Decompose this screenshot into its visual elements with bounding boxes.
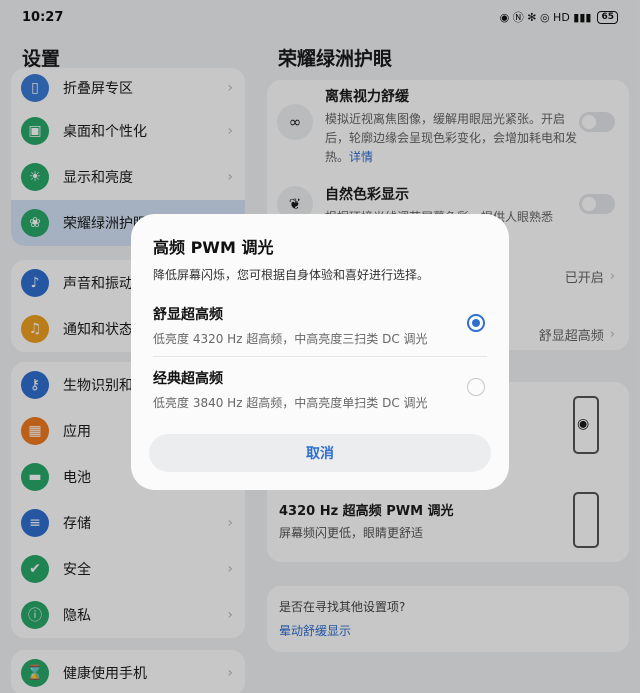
option-comfort-high-freq[interactable]: 舒显超高频 低亮度 4320 Hz 超高频，中高亮度三扫类 DC 调光 (153, 294, 487, 358)
option-title: 舒显超高频 (153, 307, 223, 323)
cancel-button[interactable]: 取消 (149, 434, 491, 472)
dialog-title: 高频 PWM 调光 (153, 238, 274, 257)
option-classic-high-freq[interactable]: 经典超高频 低亮度 3840 Hz 超高频，中高亮度单扫类 DC 调光 (153, 358, 487, 422)
option-desc: 低亮度 4320 Hz 超高频，中高亮度三扫类 DC 调光 (153, 332, 428, 346)
radio-selected-icon[interactable] (467, 314, 485, 332)
option-title: 经典超高频 (153, 371, 223, 387)
radio-unselected-icon[interactable] (467, 378, 485, 396)
pwm-dialog: 高频 PWM 调光 降低屏幕闪烁，您可根据自身体验和喜好进行选择。 舒显超高频 … (131, 214, 509, 490)
dialog-subtitle: 降低屏幕闪烁，您可根据自身体验和喜好进行选择。 (153, 268, 430, 282)
option-desc: 低亮度 3840 Hz 超高频，中高亮度单扫类 DC 调光 (153, 396, 428, 410)
option-divider (153, 356, 487, 357)
